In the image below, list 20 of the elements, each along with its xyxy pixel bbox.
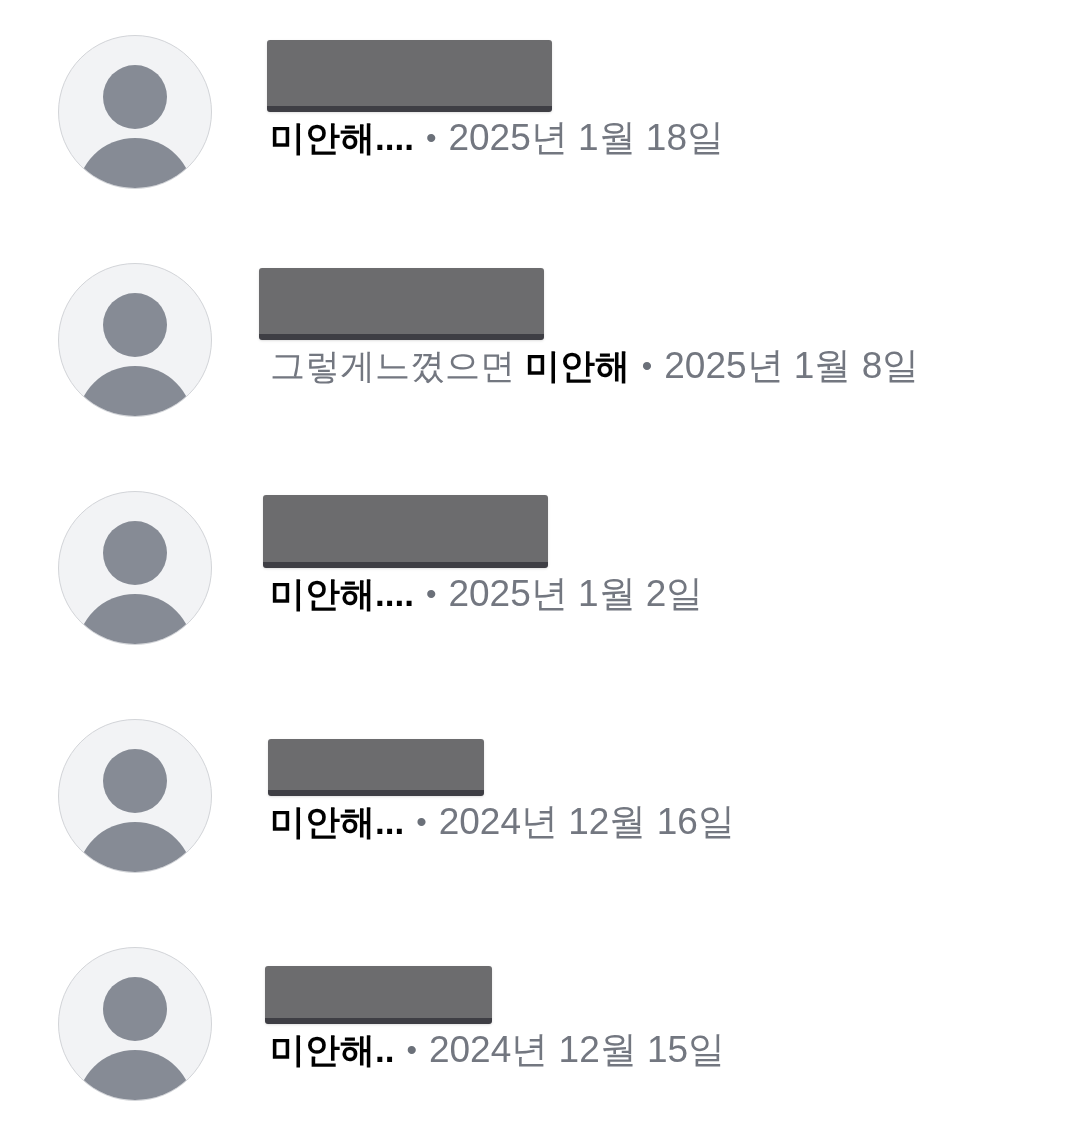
avatar-icon <box>58 719 212 873</box>
avatar-icon <box>58 35 212 189</box>
message-date: 2025년 1월 8일 <box>664 344 920 388</box>
message-preview: 그렇게느꼈으면 미안해 <box>270 345 630 387</box>
avatar-icon <box>58 263 212 417</box>
message-preview: 미안해... <box>270 801 405 843</box>
bullet-separator: • <box>641 348 653 384</box>
bullet-separator: • <box>425 120 437 156</box>
bullet-separator: • <box>416 804 427 840</box>
bullet-separator: • <box>425 576 437 612</box>
message-preview: 미안해.... <box>270 117 414 159</box>
message-preview: 미안해.... <box>270 573 414 615</box>
message-date: 2024년 12월 15일 <box>428 1028 726 1072</box>
message-date: 2025년 1월 18일 <box>448 116 725 160</box>
avatar-icon <box>58 491 212 645</box>
bullet-separator: • <box>406 1032 417 1068</box>
message-preview: 미안해.. <box>270 1029 395 1071</box>
message-date: 2024년 12월 16일 <box>438 800 735 844</box>
message-date: 2025년 1월 2일 <box>448 572 704 616</box>
avatar-icon <box>58 947 212 1101</box>
